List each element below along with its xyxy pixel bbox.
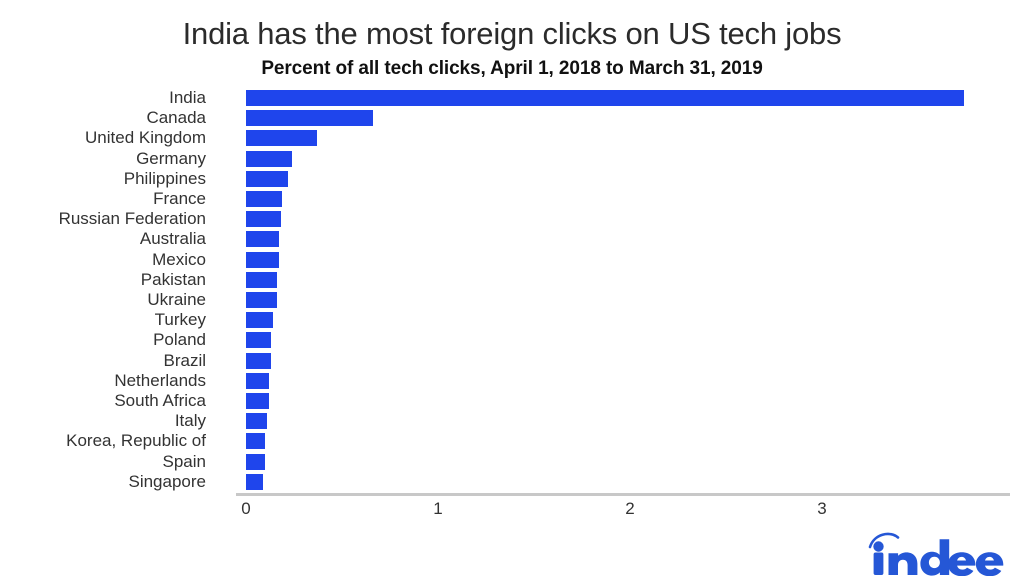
category-label: Ukraine xyxy=(147,290,206,309)
bar-row: Turkey xyxy=(0,310,1024,330)
bar xyxy=(246,292,277,308)
category-label: Korea, Republic of xyxy=(66,431,206,451)
bar-row: South Africa xyxy=(0,391,1024,411)
bar xyxy=(246,211,281,228)
bar-row: Ukraine xyxy=(0,290,1024,310)
bar xyxy=(246,332,271,349)
bar xyxy=(246,473,264,490)
chart-title: India has the most foreign clicks on US … xyxy=(182,16,842,51)
category-label: Poland xyxy=(153,330,206,350)
category-label: Netherlands xyxy=(114,370,206,390)
x-tick-label: 3 xyxy=(817,499,827,518)
bar xyxy=(246,150,293,167)
bar-row: Philippines xyxy=(0,169,1024,189)
x-tick-label: 1 xyxy=(433,499,443,518)
category-label: South Africa xyxy=(114,391,206,410)
bar xyxy=(246,413,268,430)
bar xyxy=(246,191,283,207)
bar-row: Russian Federation xyxy=(0,209,1024,229)
bar xyxy=(246,393,270,409)
bar xyxy=(246,352,271,369)
bar xyxy=(246,231,279,248)
plot-area: India Canada United Kingdom Germany Philippi… xyxy=(0,88,1024,498)
bar-row: France xyxy=(0,189,1024,209)
bar-row: Brazil xyxy=(0,351,1024,371)
category-label: Pakistan xyxy=(140,269,206,289)
bar-row: Italy xyxy=(0,411,1024,431)
category-label: Philippines xyxy=(123,168,206,188)
x-axis-line xyxy=(236,493,1010,496)
bar xyxy=(246,372,270,389)
indeed-logo xyxy=(868,530,1008,577)
bar-row: Canada xyxy=(0,108,1024,128)
bar xyxy=(246,130,318,147)
category-label: Mexico xyxy=(152,249,206,269)
bar-row: India xyxy=(0,88,1024,108)
category-label: Singapore xyxy=(128,471,206,491)
bar xyxy=(246,453,266,470)
chart-subtitle: Percent of all tech clicks, April 1, 201… xyxy=(261,58,763,79)
category-label: United Kingdom xyxy=(85,128,206,148)
bar xyxy=(246,312,273,329)
bar-row: Singapore xyxy=(0,472,1024,492)
bar-row: Spain xyxy=(0,452,1024,472)
bar xyxy=(246,251,279,268)
bar-chart-figure: India has the most foreign clicks on US … xyxy=(0,0,1024,582)
category-label: Brazil xyxy=(163,350,206,370)
bar xyxy=(246,271,277,288)
bar-row: Korea, Republic of xyxy=(0,431,1024,451)
category-label: India xyxy=(169,88,206,107)
bar-row: Germany xyxy=(0,149,1024,169)
x-tick-label: 2 xyxy=(625,499,635,518)
bar-row: Poland xyxy=(0,330,1024,350)
category-label: France xyxy=(153,189,206,208)
bar-row: Mexico xyxy=(0,250,1024,270)
category-label: Spain xyxy=(162,451,206,471)
category-label: Russian Federation xyxy=(58,209,206,229)
category-label: Canada xyxy=(146,108,206,128)
category-label: Germany xyxy=(136,148,206,168)
bar-row: United Kingdom xyxy=(0,128,1024,148)
bar-row: Australia xyxy=(0,229,1024,249)
bar-row: Netherlands xyxy=(0,371,1024,391)
category-label: Australia xyxy=(139,229,206,249)
category-label: Italy xyxy=(174,411,206,431)
x-tick-label: 0 xyxy=(241,499,251,518)
bar xyxy=(246,90,965,106)
bar xyxy=(246,170,289,187)
category-label: Turkey xyxy=(154,310,206,330)
bar xyxy=(246,110,373,127)
bar-row: Pakistan xyxy=(0,270,1024,290)
bar xyxy=(246,433,266,450)
